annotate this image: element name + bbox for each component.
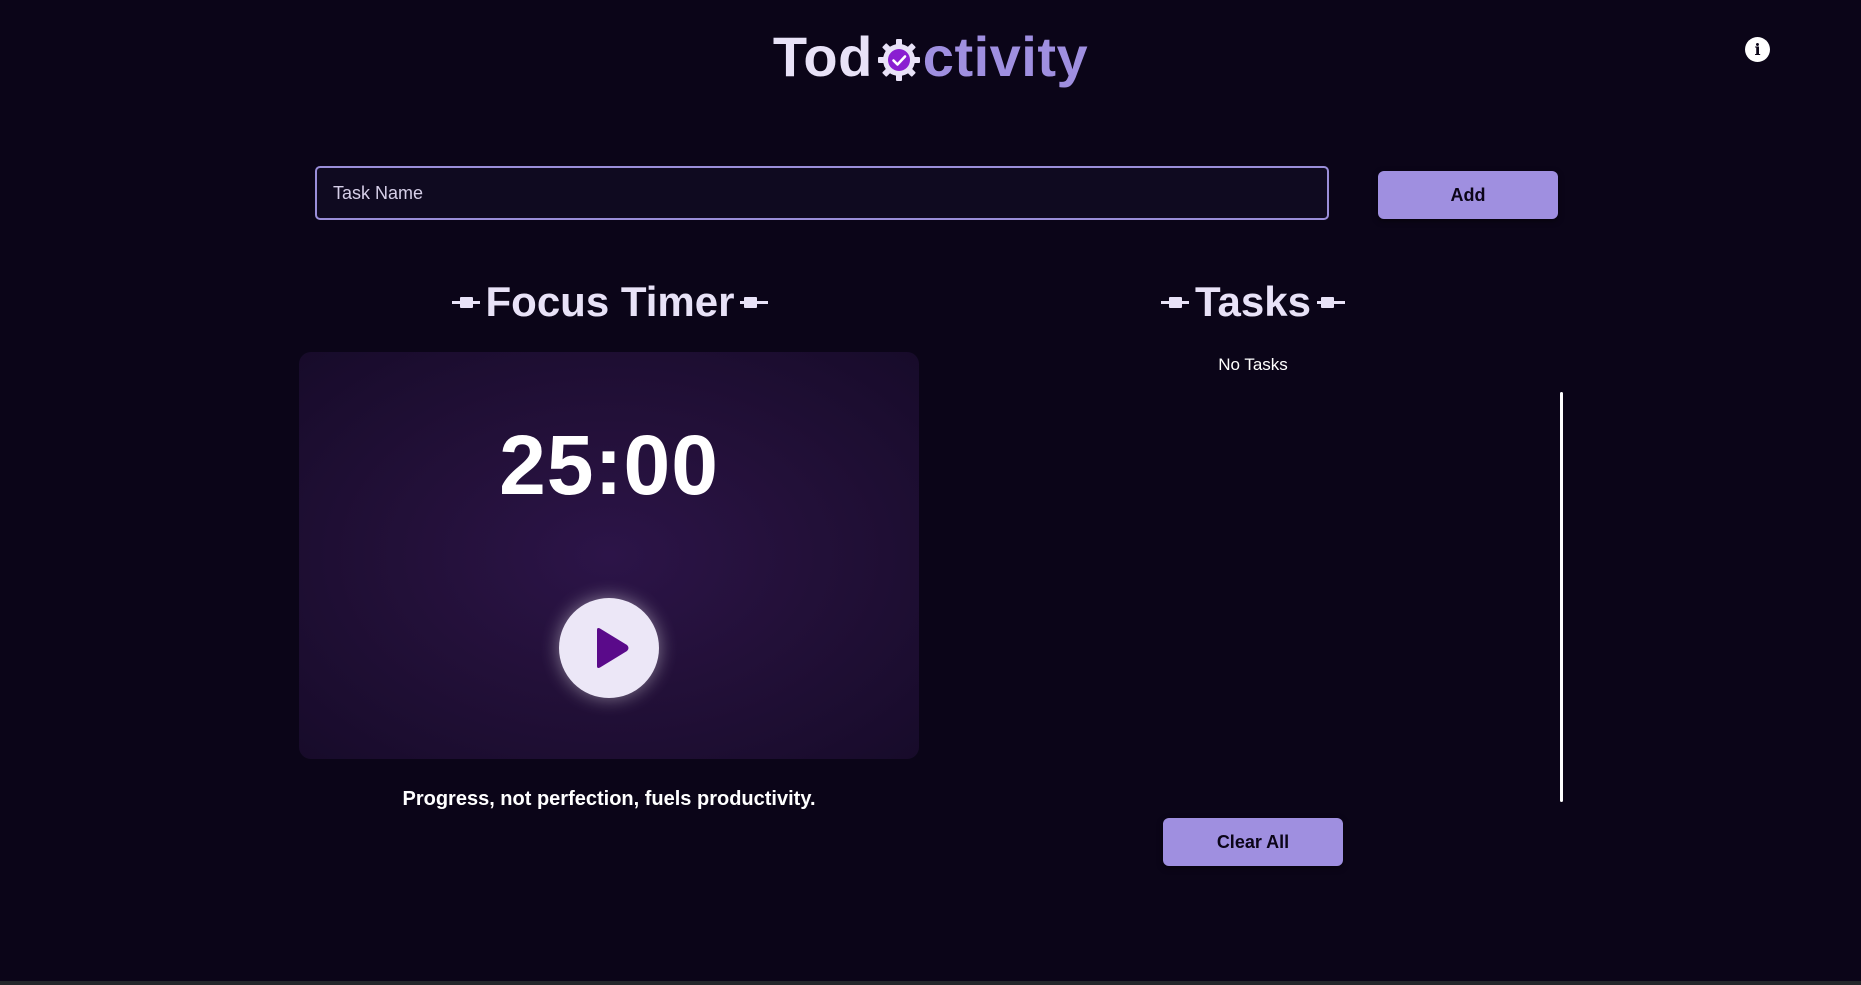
gear-check-icon (877, 30, 921, 81)
motivational-quote: Progress, not perfection, fuels producti… (402, 788, 816, 810)
clear-all-button[interactable]: Clear All (1163, 818, 1343, 866)
empty-tasks-message: No Tasks (1218, 355, 1288, 374)
logo-text-end: ctivity (922, 25, 1089, 88)
heading-decoration-left (451, 296, 480, 308)
task-name-input[interactable] (315, 166, 1329, 220)
focus-timer-title: Focus Timer (485, 278, 735, 325)
logo-text-start: Tod (772, 25, 873, 88)
focus-timer-heading: Focus Timer (300, 278, 920, 326)
heading-decoration-right (1316, 296, 1345, 308)
heading-decoration-left (1161, 296, 1189, 308)
add-task-button[interactable]: Add (1378, 171, 1558, 219)
play-button[interactable] (559, 598, 659, 698)
timer-display: 25:00 (499, 418, 719, 512)
heading-decoration-right (740, 296, 769, 308)
timer-card: 25:00 (299, 352, 919, 759)
tasks-heading: Tasks (1100, 278, 1406, 326)
info-icon[interactable]: i (1745, 37, 1770, 62)
play-icon (597, 628, 629, 668)
bottom-border (0, 981, 1861, 985)
tasks-title: Tasks (1195, 278, 1311, 325)
task-list-scrollbar[interactable] (1560, 392, 1563, 802)
app-logo: Tod ctivity (0, 24, 1861, 90)
